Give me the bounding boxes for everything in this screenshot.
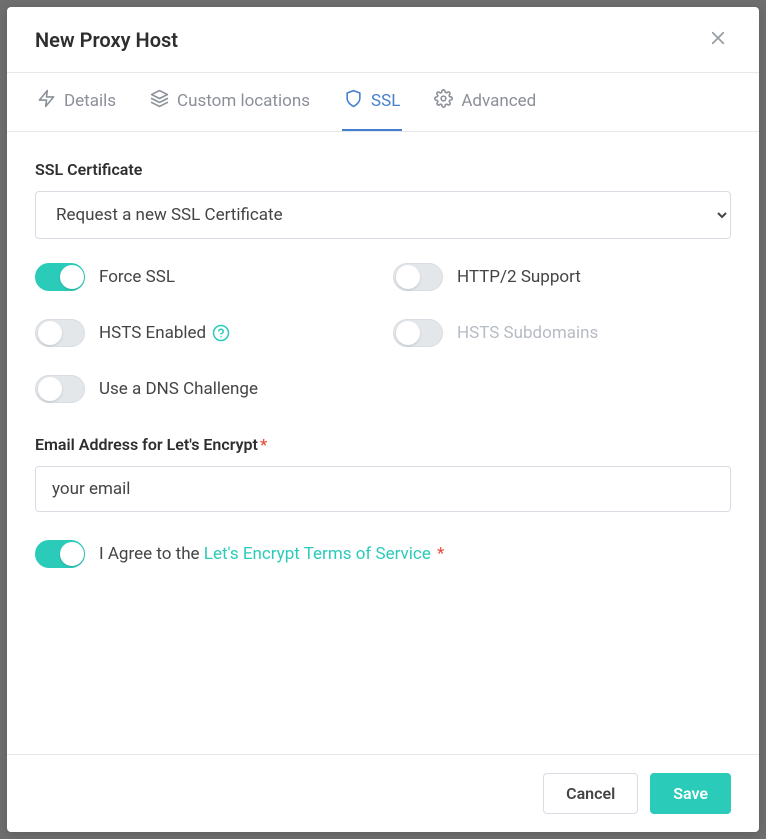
tabs: Details Custom locations SSL Advanced (7, 73, 759, 132)
agree-text: I Agree to the Let's Encrypt Terms of Se… (99, 544, 444, 564)
email-field[interactable] (35, 466, 731, 512)
hsts-label-text: HSTS Enabled (99, 323, 206, 343)
required-marker: * (433, 544, 445, 564)
hsts-toggle[interactable] (35, 319, 85, 347)
save-button[interactable]: Save (650, 773, 731, 814)
help-icon[interactable] (212, 324, 230, 342)
dns-challenge-label: Use a DNS Challenge (99, 379, 258, 399)
http2-row: HTTP/2 Support (393, 263, 731, 291)
force-ssl-row: Force SSL (35, 263, 373, 291)
tab-advanced[interactable]: Advanced (432, 73, 538, 131)
tab-label: Custom locations (177, 91, 310, 111)
agree-toggle[interactable] (35, 540, 85, 568)
tab-details[interactable]: Details (35, 73, 118, 131)
dns-challenge-toggle[interactable] (35, 375, 85, 403)
cancel-button[interactable]: Cancel (543, 773, 638, 814)
ssl-certificate-group: SSL Certificate Request a new SSL Certif… (35, 160, 731, 239)
shield-icon (344, 89, 363, 113)
tab-custom-locations[interactable]: Custom locations (148, 73, 312, 131)
hsts-row: HSTS Enabled (35, 319, 373, 347)
modal-title: New Proxy Host (35, 28, 178, 52)
modal-footer: Cancel Save (7, 754, 759, 832)
close-icon (709, 29, 727, 50)
gear-icon (434, 89, 453, 113)
tab-label: Details (64, 91, 116, 111)
hsts-subdomains-label: HSTS Subdomains (457, 323, 598, 343)
modal-body: SSL Certificate Request a new SSL Certif… (7, 132, 759, 754)
email-group: Email Address for Let's Encrypt* (35, 435, 731, 512)
lightning-icon (37, 89, 56, 113)
http2-label: HTTP/2 Support (457, 267, 581, 287)
force-ssl-label: Force SSL (99, 267, 175, 287)
required-marker: * (260, 435, 267, 454)
dns-challenge-row: Use a DNS Challenge (35, 375, 373, 403)
ssl-certificate-select[interactable]: Request a new SSL Certificate (35, 191, 731, 239)
hsts-subdomains-row: HSTS Subdomains (393, 319, 731, 347)
switch-grid: Force SSL HTTP/2 Support HSTS Enabled (35, 263, 731, 403)
agree-prefix: I Agree to the (99, 544, 204, 564)
email-label: Email Address for Let's Encrypt* (35, 435, 731, 454)
new-proxy-host-modal: New Proxy Host Details Custom locations … (7, 7, 759, 832)
hsts-label: HSTS Enabled (99, 323, 230, 343)
tab-label: Advanced (461, 91, 536, 111)
hsts-subdomains-toggle (393, 319, 443, 347)
agree-row: I Agree to the Let's Encrypt Terms of Se… (35, 540, 731, 568)
email-label-text: Email Address for Let's Encrypt (35, 435, 258, 454)
force-ssl-toggle[interactable] (35, 263, 85, 291)
terms-link[interactable]: Let's Encrypt Terms of Service (204, 544, 431, 564)
ssl-certificate-label: SSL Certificate (35, 160, 731, 179)
modal-header: New Proxy Host (7, 7, 759, 73)
layers-icon (150, 89, 169, 113)
tab-ssl[interactable]: SSL (342, 73, 402, 131)
tab-label: SSL (371, 91, 400, 111)
close-button[interactable] (705, 25, 731, 54)
http2-toggle[interactable] (393, 263, 443, 291)
